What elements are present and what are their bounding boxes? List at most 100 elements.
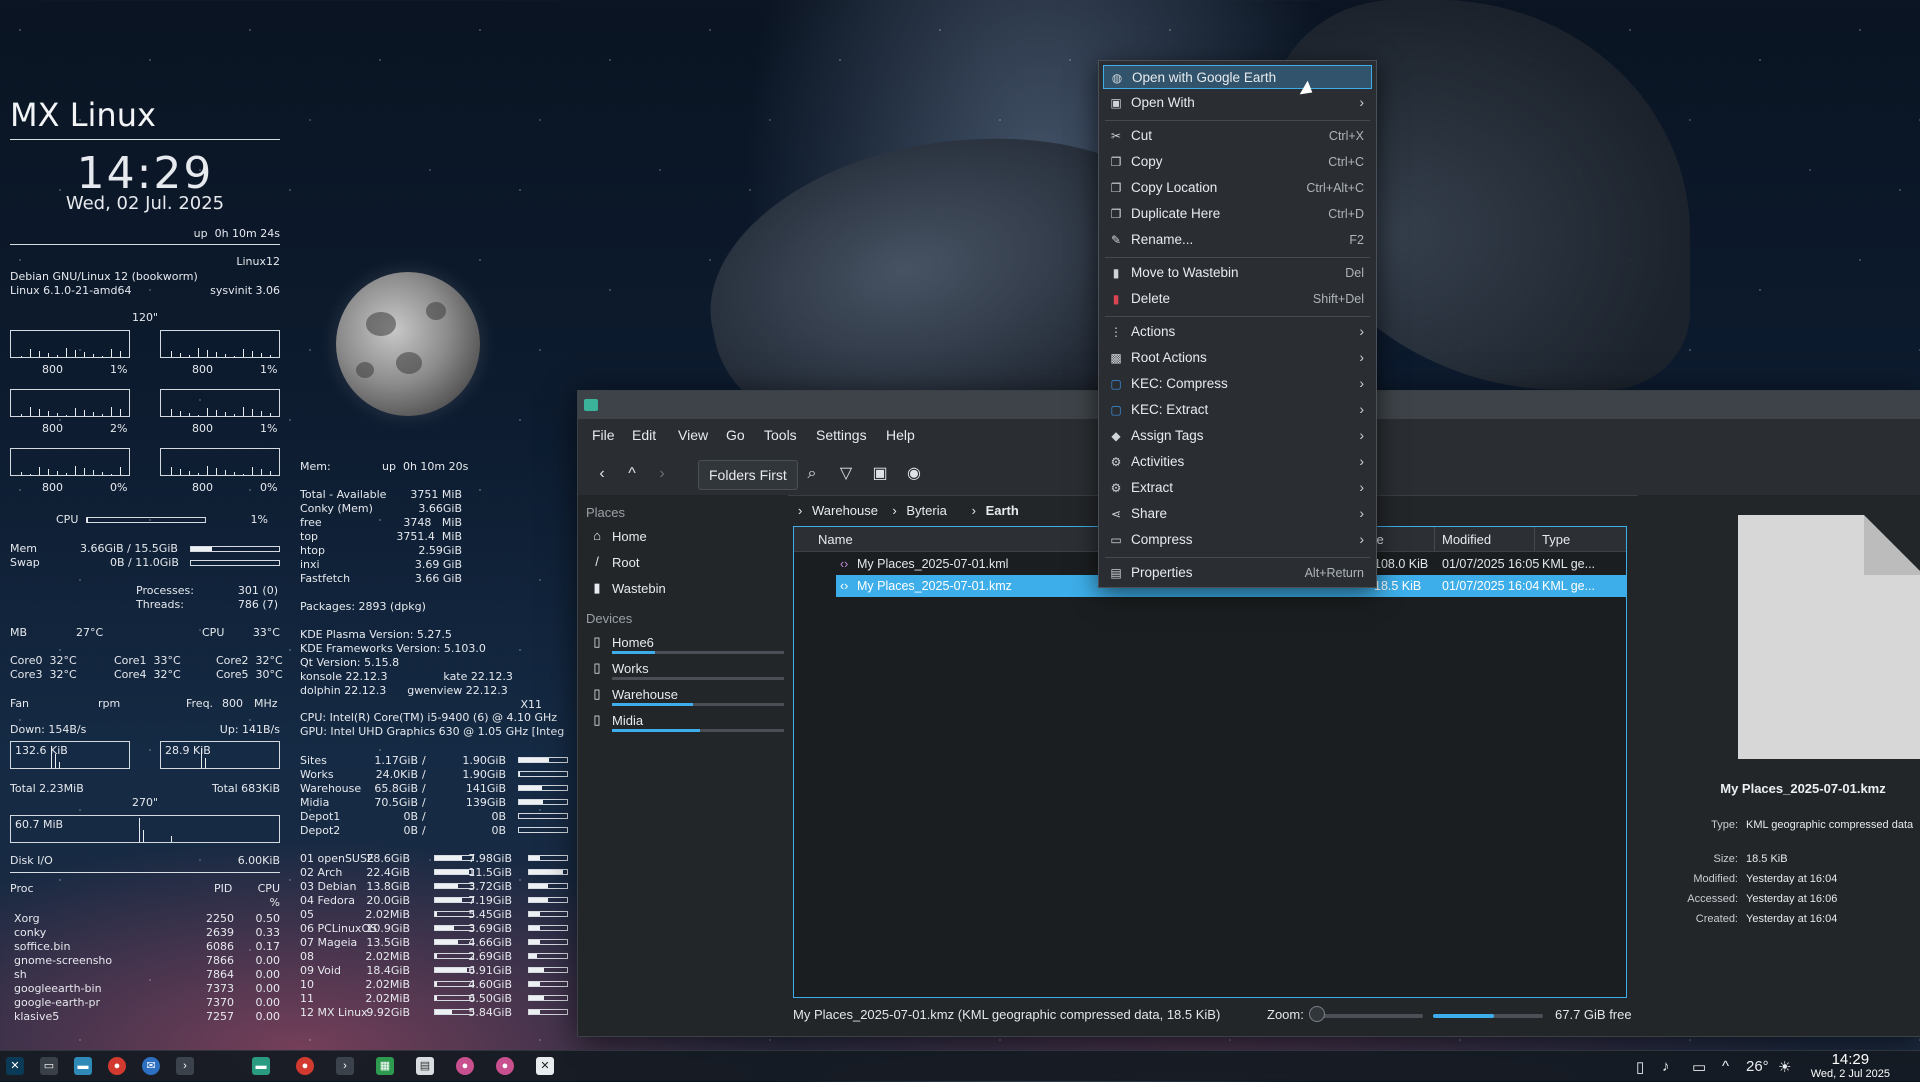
device-item-works[interactable]: ▯ Works: [586, 657, 784, 681]
device-item-warehouse[interactable]: ▯ Warehouse: [586, 683, 784, 707]
file-list-view[interactable]: Name ze Modified Type ‹›My Places_2025-0…: [793, 526, 1627, 998]
breadcrumb-item[interactable]: Earth: [986, 503, 1019, 518]
info-key: Size:: [1713, 853, 1738, 865]
breadcrumb-item[interactable]: Byteria: [906, 503, 946, 518]
column-separator[interactable]: [1434, 527, 1435, 551]
menu-item-assign-tags[interactable]: ◆ Assign Tags ›: [1103, 424, 1372, 448]
core-temp: Core1 33°C: [114, 654, 181, 667]
drive-name: Warehouse: [300, 782, 362, 795]
menu-item-compress[interactable]: ▭ Compress ›: [1103, 528, 1372, 552]
menu-item-label: Rename...: [1131, 232, 1194, 247]
device-item-midia[interactable]: ▯ Midia: [586, 709, 784, 733]
menu-item-open-with[interactable]: ▣ Open With ›: [1103, 91, 1372, 115]
menu-item-shortcut: Ctrl+C: [1328, 155, 1364, 169]
menu-view[interactable]: View: [678, 427, 708, 443]
menu-item-root-actions[interactable]: ▩ Root Actions ›: [1103, 346, 1372, 370]
menu-item-copy-location[interactable]: ❐ Copy Location Ctrl+Alt+C: [1103, 176, 1372, 200]
device-item-home6[interactable]: ▯ Home6: [586, 631, 784, 655]
cpu-core-graph: [160, 448, 280, 476]
menu-item-delete[interactable]: ▮ Delete Shift+Del: [1103, 287, 1372, 311]
new-folder-icon[interactable]: ▣: [868, 461, 892, 487]
dolphin-task-icon[interactable]: ▬: [252, 1057, 270, 1075]
menu-item-kec-compress[interactable]: ▢ KEC: Compress ›: [1103, 372, 1372, 396]
menu-item-rename[interactable]: ✎ Rename... F2: [1103, 228, 1372, 252]
menu-item-move-to-wastebin[interactable]: ▮ Move to Wastebin Del: [1103, 261, 1372, 285]
back-arrow-icon[interactable]: ‹: [590, 461, 614, 487]
folders-first-button[interactable]: Folders First: [698, 460, 798, 490]
column-separator[interactable]: [1534, 527, 1535, 551]
place-item-home[interactable]: ⌂ Home: [586, 525, 781, 549]
menu-item-duplicate-here[interactable]: ❐ Duplicate Here Ctrl+D: [1103, 202, 1372, 226]
column-modified[interactable]: Modified: [1442, 532, 1491, 547]
konsole-task-icon[interactable]: ›: [336, 1057, 354, 1075]
column-type[interactable]: Type: [1542, 532, 1570, 547]
packages: Packages: 2893 (dpkg): [300, 600, 426, 613]
konsole-launcher-icon[interactable]: ›: [176, 1057, 194, 1075]
spreadsheet-task-icon[interactable]: ▦: [376, 1057, 394, 1075]
distro-home-used: 4.66GiB: [468, 936, 512, 949]
menu-item-open-with-google-earth[interactable]: ◍ Open with Google Earth: [1103, 65, 1372, 89]
text-editor-task-icon[interactable]: ✕: [536, 1057, 554, 1075]
filter-icon[interactable]: ▽: [834, 461, 858, 487]
mem-header: Mem:: [300, 460, 331, 473]
preview-eye-icon[interactable]: ◉: [902, 461, 926, 487]
distro-name: 12 MX Linux: [300, 1006, 368, 1019]
distro-root-used: 2.02MiB: [365, 908, 410, 921]
menu-item-actions[interactable]: ⋮ Actions ›: [1103, 320, 1372, 344]
sun-weather-icon[interactable]: ☀: [1778, 1058, 1791, 1076]
place-item-root[interactable]: / Root: [586, 551, 781, 575]
submenu-chevron-right-icon: ›: [1359, 453, 1364, 469]
forward-arrow-icon[interactable]: ›: [650, 461, 674, 487]
menu-item-share[interactable]: ⋖ Share ›: [1103, 502, 1372, 526]
process-cpu: 0.00: [255, 982, 281, 995]
place-item-wastebin[interactable]: ▮ Wastebin: [586, 577, 781, 601]
clipboard-icon[interactable]: ▯: [1636, 1058, 1644, 1076]
tray-expand-icon[interactable]: ^: [1722, 1058, 1729, 1075]
taskbar-clock[interactable]: 14:29 Wed, 2 Jul 2025: [1811, 1052, 1890, 1082]
zoom-slider-handle[interactable]: [1309, 1006, 1325, 1022]
conky2-uptime: up 0h 10m 20s: [382, 460, 469, 473]
column-name[interactable]: Name: [818, 532, 853, 547]
mx-menu-icon[interactable]: ✕: [6, 1057, 24, 1075]
thunderbird-launcher-icon[interactable]: ✉: [142, 1057, 160, 1075]
chrome-task-icon[interactable]: ●: [296, 1057, 314, 1075]
net-down-graph-label: 132.6 KiB: [15, 744, 68, 757]
media-task-icon[interactable]: ●: [456, 1057, 474, 1075]
terminal-launcher-icon[interactable]: ▭: [40, 1057, 58, 1075]
menu-settings[interactable]: Settings: [816, 427, 867, 443]
file-manager-launcher-icon[interactable]: ▬: [74, 1057, 92, 1075]
mem-label: Mem: [10, 542, 37, 555]
menu-go[interactable]: Go: [726, 427, 745, 443]
proc-header-cpu: CPU: [257, 882, 280, 895]
breadcrumb-item[interactable]: Warehouse: [812, 503, 878, 518]
menu-item-activities[interactable]: ⚙ Activities ›: [1103, 450, 1372, 474]
chrome-launcher-icon[interactable]: ●: [108, 1057, 126, 1075]
drive-name: Works: [300, 768, 334, 781]
up-arrow-icon[interactable]: ^: [620, 461, 644, 487]
menu-item-cut[interactable]: ✂ Cut Ctrl+X: [1103, 124, 1372, 148]
document-task-icon[interactable]: ▤: [416, 1057, 434, 1075]
media2-task-icon[interactable]: ●: [496, 1057, 514, 1075]
distro-home-bar: [528, 855, 568, 861]
weather-temp[interactable]: 26°: [1746, 1058, 1769, 1075]
menu-item-kec-extract[interactable]: ▢ KEC: Extract ›: [1103, 398, 1372, 422]
mem-row-key: htop: [300, 544, 325, 557]
menu-item-extract[interactable]: ⚙ Extract ›: [1103, 476, 1372, 500]
menu-file[interactable]: File: [592, 427, 615, 443]
distro-home-used: 7.98GiB: [468, 852, 512, 865]
version-line: Qt Version: 5.15.8: [300, 656, 400, 669]
search-icon[interactable]: ⌕: [800, 461, 824, 487]
menu-item-properties[interactable]: ▤ Properties Alt+Return: [1103, 561, 1372, 585]
network-icon[interactable]: ▭: [1692, 1058, 1706, 1076]
x11-label: X11: [520, 698, 542, 711]
menu-help[interactable]: Help: [886, 427, 915, 443]
file-modified: 01/07/2025 16:04: [1442, 579, 1540, 593]
places-panel: Places ⌂ Home / Root ▮ Wastebin Devices ▯ Home…: [578, 495, 788, 1008]
share-icon: ⋖: [1110, 507, 1122, 521]
menu-separator: [1105, 557, 1370, 558]
menu-edit[interactable]: Edit: [632, 427, 656, 443]
menu-item-copy[interactable]: ❐ Copy Ctrl+C: [1103, 150, 1372, 174]
menu-tools[interactable]: Tools: [764, 427, 797, 443]
zoom-slider[interactable]: [1313, 1014, 1423, 1018]
volume-icon[interactable]: ♪: [1662, 1058, 1670, 1075]
